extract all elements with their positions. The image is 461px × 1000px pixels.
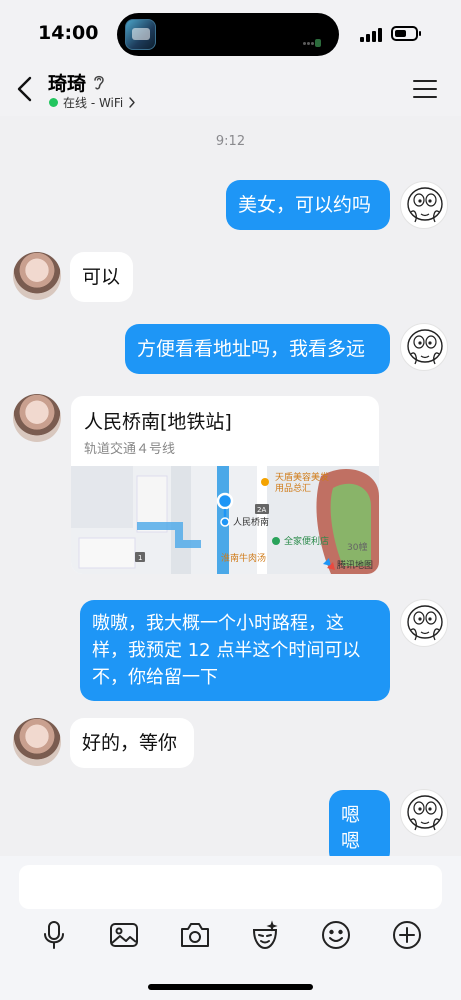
chevron-left-icon (17, 76, 32, 102)
contact-avatar[interactable] (13, 718, 61, 766)
ear-icon (94, 75, 104, 90)
more-button[interactable] (390, 918, 424, 952)
battery-icon (391, 26, 421, 41)
incoming-message[interactable]: 可以 (70, 252, 133, 302)
location-title: 人民桥南[地铁站] (84, 411, 232, 433)
map-poi-label: 用品总汇 (275, 482, 311, 494)
poi-icon (261, 478, 269, 486)
plus-icon (393, 921, 421, 949)
voice-button[interactable] (37, 918, 71, 952)
cartoon-avatar-icon (407, 187, 443, 223)
outgoing-message[interactable]: 方便看看地址吗，我看多远 (125, 324, 390, 374)
cartoon-avatar-icon (407, 605, 443, 641)
camera-button[interactable] (178, 918, 212, 952)
input-area (0, 856, 461, 1000)
poi-icon (272, 537, 280, 545)
sticker-button[interactable] (248, 918, 282, 952)
online-status-text: 在线 - WiFi (63, 96, 124, 110)
activity-indicator-icon (303, 30, 329, 47)
emoji-button[interactable] (319, 918, 353, 952)
map-exit-label: 2A (257, 506, 266, 514)
self-avatar[interactable] (400, 599, 448, 647)
camera-icon (181, 923, 209, 947)
online-dot-icon (49, 98, 58, 107)
map-pin-label: 人民桥南 (233, 516, 269, 528)
signal-icon (360, 28, 382, 42)
map-poi-label: 全家便利店 (284, 535, 329, 547)
outgoing-message[interactable]: 嗯嗯 (329, 790, 390, 866)
map-pin-icon (216, 492, 234, 510)
contact-name[interactable]: 琦琦 (48, 69, 86, 96)
location-map[interactable]: 人民桥南 天盾美容美发 用品总汇 全家便利店 淮南牛肉汤 30幢 2A 1 腾讯… (71, 466, 379, 574)
status-bar: 14:00 (0, 0, 461, 64)
cartoon-avatar-icon (407, 329, 443, 365)
sticker-icon (252, 920, 278, 950)
location-card[interactable]: 人民桥南[地铁站] 轨道交通４号线 人民桥南 天盾美容美发 用品总汇 全家便利店… (71, 396, 379, 574)
image-icon (110, 923, 138, 947)
status-time: 14:00 (38, 22, 99, 44)
chat-header: 琦琦 在线 - WiFi (0, 64, 461, 116)
message-line: 不，你给留一下 (92, 667, 218, 688)
self-avatar[interactable] (400, 181, 448, 229)
emoji-icon (322, 921, 350, 949)
outgoing-message[interactable]: 美女，可以约吗 (226, 180, 390, 230)
map-poi-label: 淮南牛肉汤 (221, 552, 266, 564)
self-avatar[interactable] (400, 789, 448, 837)
chat-messages[interactable]: 9:12 美女，可以约吗 可以 方便看看地址吗，我看多远 人民桥南[地铁站] 轨… (0, 116, 461, 866)
contact-avatar[interactable] (13, 394, 61, 442)
back-button[interactable] (12, 74, 40, 104)
menu-button[interactable] (412, 78, 438, 100)
location-subtitle: 轨道交通４号线 (84, 442, 176, 457)
message-timestamp: 9:12 (215, 134, 246, 149)
map-building-label: 30幢 (347, 541, 367, 553)
microphone-icon (44, 921, 64, 949)
self-avatar[interactable] (400, 323, 448, 371)
home-indicator[interactable] (148, 984, 313, 990)
hamburger-icon (413, 80, 437, 98)
cartoon-avatar-icon (407, 795, 443, 831)
map-poi-label: 天盾美容美发 (275, 471, 329, 483)
outgoing-message[interactable]: 嗷嗷，我大概一个小时路程，这 样，我预定 12 点半这个时间可以 不，你给留一下 (80, 600, 390, 701)
message-line: 样，我预定 12 点半这个时间可以 (92, 640, 361, 661)
map-watermark: 腾讯地图 (337, 559, 373, 571)
map-exit-label: 1 (138, 554, 142, 562)
chevron-right-icon (129, 97, 135, 108)
message-line: 嗷嗷，我大概一个小时路程，这 (92, 613, 344, 634)
incoming-message[interactable]: 好的，等你 (70, 718, 194, 768)
app-activity-icon (125, 19, 156, 50)
message-input[interactable] (19, 865, 442, 909)
contact-avatar[interactable] (13, 252, 61, 300)
online-status[interactable]: 在线 - WiFi (49, 94, 136, 111)
image-button[interactable] (107, 918, 141, 952)
dynamic-island (117, 13, 339, 56)
